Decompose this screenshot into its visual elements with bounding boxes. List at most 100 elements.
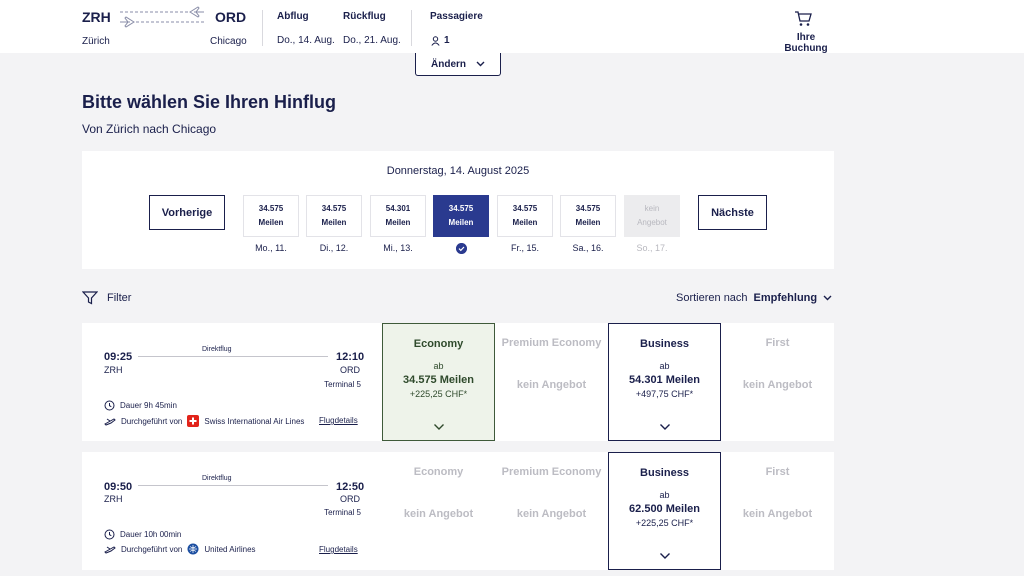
flight-type: Direktflug	[202, 346, 232, 353]
chevron-down-icon	[823, 295, 832, 301]
origin-code: ZRH	[82, 9, 111, 25]
fare-economy[interactable]: Economy ab 34.575 Meilen +225,25 CHF*	[382, 323, 495, 441]
operator-prefix: Durchgeführt von	[121, 416, 183, 426]
fare-from: ab	[659, 490, 670, 500]
day-miles: 34.575	[258, 204, 284, 213]
day-unit: Meilen	[321, 218, 347, 227]
duration: Dauer 9h 45min	[104, 400, 177, 411]
fare-miles: 54.301 Meilen	[629, 374, 700, 386]
day-card-unavailable: kein Angebot	[624, 195, 680, 237]
day-miles: 34.575	[321, 204, 347, 213]
day-label: Fr., 15.	[510, 243, 539, 253]
fare-name: First	[765, 337, 790, 349]
passengers-label: Passagiere	[430, 11, 483, 22]
chevron-down-icon	[476, 61, 485, 67]
flight-details-link[interactable]: Flugdetails	[319, 545, 358, 554]
duration-text: Dauer 10h 00min	[120, 530, 182, 539]
day-card[interactable]: 34.575 Meilen	[306, 195, 362, 237]
day-unit: Meilen	[385, 218, 411, 227]
flight-info: Direktflug 09:50 ZRH 12:50 ORD Terminal …	[82, 452, 382, 570]
fare-first: First kein Angebot	[721, 452, 834, 570]
passenger-count-value: 1	[444, 35, 450, 46]
date-selector: Donnerstag, 14. August 2025 Vorherige 34…	[82, 151, 834, 269]
chevron-down-icon	[660, 553, 670, 559]
dest-city: Chicago	[210, 36, 247, 47]
fare-premium-economy: Premium Economy kein Angebot	[495, 452, 608, 570]
no-offer: kein Angebot	[742, 379, 813, 391]
operator: Durchgeführt von United Airlines	[104, 543, 256, 555]
booking-label[interactable]: Ihre Buchung	[774, 32, 838, 54]
flight-row: Direktflug 09:25 ZRH 12:10 ORD Terminal …	[82, 323, 834, 441]
day-label: Mi., 13.	[383, 243, 413, 253]
fare-name: Business	[640, 338, 689, 350]
fare-from: ab	[433, 361, 444, 371]
selected-date-heading: Donnerstag, 14. August 2025	[386, 165, 530, 177]
depart-date[interactable]: Do., 14. Aug.	[277, 35, 335, 46]
day-card[interactable]: 34.575 Meilen	[560, 195, 616, 237]
passenger-count[interactable]: 1	[431, 35, 450, 46]
duration-text: Dauer 9h 45min	[120, 401, 177, 410]
fare-surcharge: +225,25 CHF*	[635, 518, 694, 528]
day-unit: Meilen	[512, 218, 538, 227]
return-date[interactable]: Do., 21. Aug.	[343, 35, 401, 46]
arrival-code: ORD	[340, 494, 360, 504]
flight-line	[138, 356, 328, 357]
sort-value[interactable]: Empfehlung	[754, 292, 818, 304]
page-title: Bitte wählen Sie Ihren Hinflug	[82, 92, 337, 112]
day-card[interactable]: 54.301 Meilen	[370, 195, 426, 237]
day-unit: Angebot	[637, 218, 667, 227]
fare-surcharge: +497,75 CHF*	[635, 389, 694, 399]
change-search-button[interactable]: Ändern	[415, 53, 501, 76]
page-subtitle: Von Zürich nach Chicago	[82, 122, 217, 136]
airline-name: Swiss International Air Lines	[204, 416, 305, 426]
sort-control[interactable]: Sortieren nach Empfehlung	[676, 292, 832, 304]
fare-miles: 62.500 Meilen	[629, 503, 700, 515]
fare-business[interactable]: Business ab 54.301 Meilen +497,75 CHF*	[608, 323, 721, 441]
no-offer: kein Angebot	[516, 379, 587, 391]
united-logo-icon	[187, 543, 199, 555]
day-label: Mo., 11.	[255, 243, 287, 253]
fare-economy: Economy kein Angebot	[382, 452, 495, 570]
filter-label: Filter	[107, 292, 132, 304]
top-bar: ZRH Zürich ORD Chicago Abflug Do., 14. A…	[0, 0, 1024, 54]
day-unit: Meilen	[448, 218, 474, 227]
operator: Durchgeführt von Swiss International Air…	[104, 415, 304, 427]
no-offer: kein Angebot	[742, 508, 813, 520]
day-miles: kein	[644, 204, 660, 213]
terminal: Terminal 5	[324, 380, 361, 389]
fare-name: Economy	[413, 338, 464, 350]
day-card-selected[interactable]: 34.575 Meilen	[433, 195, 489, 237]
fare-name: First	[765, 466, 790, 478]
fare-surcharge: +225,25 CHF*	[409, 389, 468, 399]
dest-code: ORD	[215, 9, 247, 25]
no-offer: kein Angebot	[403, 508, 474, 520]
arrival-time: 12:50	[336, 481, 365, 493]
fare-business[interactable]: Business ab 62.500 Meilen +225,25 CHF*	[608, 452, 721, 570]
previous-button[interactable]: Vorherige	[149, 195, 225, 230]
day-miles: 54.301	[385, 204, 411, 213]
origin-city: Zürich	[82, 36, 110, 47]
day-card[interactable]: 34.575 Meilen	[243, 195, 299, 237]
day-card[interactable]: 34.575 Meilen	[497, 195, 553, 237]
depart-label: Abflug	[277, 11, 309, 22]
fare-premium-economy: Premium Economy kein Angebot	[495, 323, 608, 441]
day-unit: Meilen	[575, 218, 601, 227]
chevron-down-icon	[434, 424, 444, 430]
cart-icon[interactable]	[794, 11, 812, 27]
flight-type: Direktflug	[202, 475, 232, 482]
arrival-time: 12:10	[336, 351, 365, 363]
day-miles: 34.575	[512, 204, 538, 213]
day-miles: 34.575	[448, 204, 474, 213]
next-button[interactable]: Nächste	[698, 195, 767, 230]
divider	[262, 10, 263, 46]
divider	[411, 10, 412, 46]
fare-name: Premium Economy	[501, 337, 602, 349]
check-icon	[456, 243, 467, 254]
flight-details-link[interactable]: Flugdetails	[319, 416, 358, 425]
fare-name: Premium Economy	[501, 466, 602, 478]
terminal: Terminal 5	[324, 508, 361, 517]
flight-info: Direktflug 09:25 ZRH 12:10 ORD Terminal …	[82, 323, 382, 441]
duration: Dauer 10h 00min	[104, 529, 181, 540]
filter-button[interactable]: Filter	[82, 291, 131, 305]
day-label: So., 17.	[636, 243, 668, 253]
